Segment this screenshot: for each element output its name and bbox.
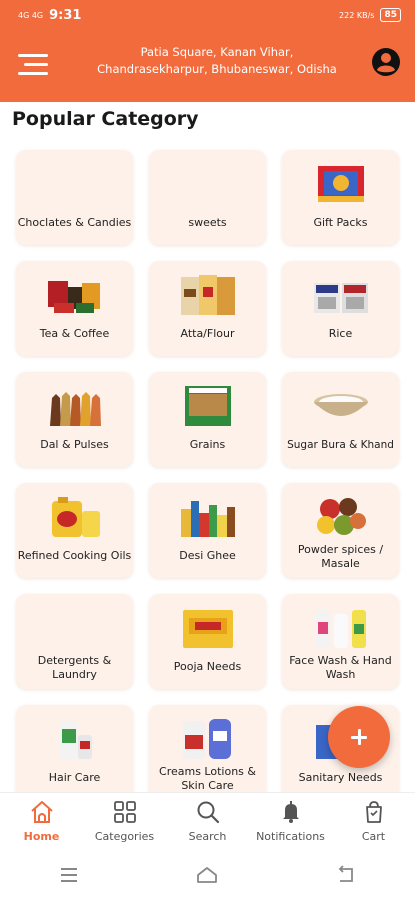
category-card-chocolates[interactable]: Choclates & Candies <box>16 150 133 245</box>
search-icon <box>197 801 219 824</box>
delivery-address[interactable]: Patia Square, Kanan Vihar, Chandrasekhar… <box>82 44 352 78</box>
category-label: Powder spices / Masale <box>297 543 384 570</box>
cooking-oil-image <box>52 497 100 537</box>
category-label: Detergents & Laundry <box>37 654 112 681</box>
creams-lotions-image <box>183 719 231 759</box>
hair-care-image <box>60 721 92 759</box>
category-label: Pooja Needs <box>173 660 242 673</box>
category-card-grains[interactable]: Grains <box>149 372 266 467</box>
nav-search[interactable]: Search <box>166 793 249 850</box>
address-line-1: Patia Square, Kanan Vihar, <box>140 45 294 59</box>
section-title: Popular Category <box>12 108 199 130</box>
network-speed: 222 KB/s <box>339 10 375 20</box>
category-card-powder-spices[interactable]: Powder spices / Masale <box>282 483 399 578</box>
category-card-gift-packs[interactable]: Gift Packs <box>282 150 399 245</box>
rice-image <box>314 283 368 313</box>
sugar-bowl-image <box>314 394 368 416</box>
status-bar: 4G 4G 9:31 222 KB/s 85 <box>0 0 415 30</box>
category-card-sweets[interactable]: sweets <box>149 150 266 245</box>
category-label: Sugar Bura & Khand <box>287 439 394 451</box>
category-label: Dal & Pulses <box>40 438 109 451</box>
status-time: 9:31 <box>49 7 82 23</box>
category-label: Refined Cooking Oils <box>17 549 132 562</box>
category-label: Gift Packs <box>313 216 368 229</box>
category-card-cooking-oils[interactable]: Refined Cooking Oils <box>16 483 133 578</box>
system-nav-bar <box>0 850 415 900</box>
signal-icons: 4G 4G <box>18 10 44 20</box>
atta-flour-image <box>181 275 235 315</box>
add-fab-button[interactable] <box>328 706 390 768</box>
nav-label: Home <box>23 830 60 843</box>
category-label: Sanitary Needs <box>298 771 383 784</box>
category-card-pooja-needs[interactable]: Pooja Needs <box>149 594 266 689</box>
category-label: Face Wash & Hand Wash <box>289 654 392 681</box>
category-label: Rice <box>328 327 353 340</box>
category-card-desi-ghee[interactable]: Desi Ghee <box>149 483 266 578</box>
address-line-2: Chandrasekharpur, Bhubaneswar, Odisha <box>97 62 337 76</box>
category-card-hair-care[interactable]: Hair Care <box>16 705 133 800</box>
face-wash-image <box>316 610 366 648</box>
pooja-needs-image <box>183 610 233 648</box>
nav-label: Notifications <box>256 830 325 843</box>
category-label: Choclates & Candies <box>17 216 132 229</box>
nav-label: Categories <box>94 830 155 843</box>
category-card-tea-coffee[interactable]: Tea & Coffee <box>16 261 133 356</box>
category-grid: Choclates & Candies sweets Gift Packs Te… <box>16 150 400 800</box>
category-card-atta-flour[interactable]: Atta/Flour <box>149 261 266 356</box>
desi-ghee-image <box>181 501 235 537</box>
nav-label: Cart <box>361 830 386 843</box>
spices-image <box>317 498 366 535</box>
category-card-creams-lotions[interactable]: Creams Lotions & Skin Care <box>149 705 266 800</box>
gift-pack-image <box>318 166 364 202</box>
category-label: sweets <box>188 216 227 229</box>
category-label: Tea & Coffee <box>39 327 110 340</box>
dal-pulses-image <box>50 392 101 426</box>
category-label: Grains <box>189 438 226 451</box>
cart-icon <box>365 801 382 823</box>
bottom-nav: Home Categories Search Notifications Car… <box>0 792 415 850</box>
nav-label: Search <box>188 830 227 843</box>
nav-notifications[interactable]: Notifications <box>249 793 332 850</box>
hamburger-menu-icon[interactable] <box>18 52 50 78</box>
category-card-rice[interactable]: Rice <box>282 261 399 356</box>
app-header: Patia Square, Kanan Vihar, Chandrasekhar… <box>0 30 415 102</box>
recent-apps-icon[interactable] <box>57 863 81 887</box>
nav-categories[interactable]: Categories <box>83 793 166 850</box>
nav-cart[interactable]: Cart <box>332 793 415 850</box>
tea-coffee-image <box>48 281 100 313</box>
category-card-face-hand-wash[interactable]: Face Wash & Hand Wash <box>282 594 399 689</box>
profile-icon[interactable] <box>371 47 401 77</box>
category-card-dal-pulses[interactable]: Dal & Pulses <box>16 372 133 467</box>
battery-icon: 85 <box>380 8 401 22</box>
category-label: Desi Ghee <box>179 549 236 562</box>
home-system-icon[interactable] <box>195 863 219 887</box>
category-label: Hair Care <box>48 771 101 784</box>
bell-icon <box>282 801 299 823</box>
category-label: Creams Lotions & Skin Care <box>159 765 256 792</box>
home-icon <box>30 801 53 823</box>
category-label: Atta/Flour <box>180 327 235 340</box>
grains-image <box>185 386 231 426</box>
back-icon[interactable] <box>334 863 358 887</box>
grid-icon <box>113 801 136 823</box>
category-card-detergents[interactable]: Detergents & Laundry <box>16 594 133 689</box>
nav-home[interactable]: Home <box>0 793 83 850</box>
category-card-sugar[interactable]: Sugar Bura & Khand <box>282 372 399 467</box>
